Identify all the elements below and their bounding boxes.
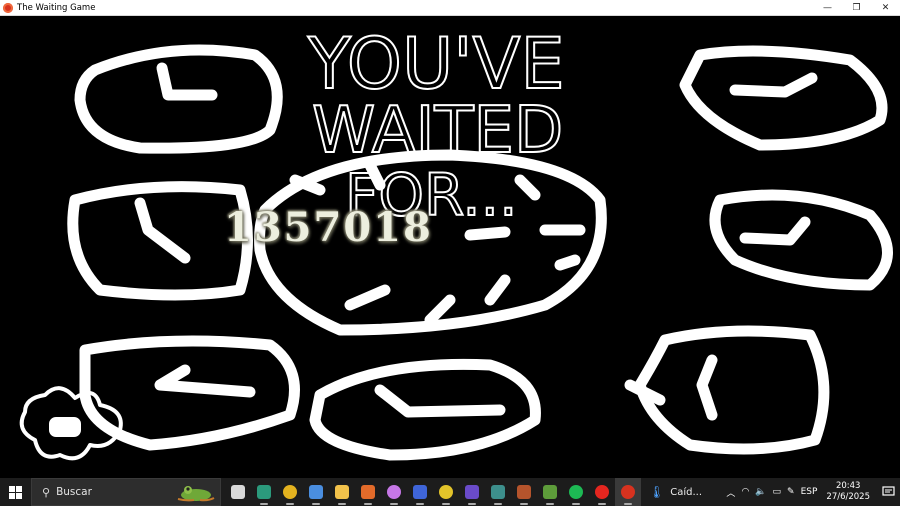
game-app-3-icon[interactable] — [459, 478, 485, 506]
minecraft-icon-glyph — [543, 485, 557, 499]
wifi-icon[interactable]: ◠ — [741, 487, 749, 497]
frog-illustration-icon — [177, 486, 215, 502]
clock-hands — [739, 216, 811, 246]
headline-line-2: WAITED — [312, 94, 563, 168]
window-titlebar: The Waiting Game — ❐ ✕ — [0, 0, 900, 16]
clock-hands — [696, 354, 718, 421]
flower-app-icon-glyph — [387, 485, 401, 499]
game-app-2-icon-glyph — [439, 485, 453, 499]
orange-app-icon-glyph — [361, 485, 375, 499]
weather-text: Caíd... — [670, 486, 703, 498]
clock[interactable]: 20:43 27/6/2025 — [826, 481, 870, 503]
start-button[interactable] — [0, 478, 31, 506]
clock-date: 27/6/2025 — [826, 492, 870, 502]
window-controls: — ❐ ✕ — [813, 0, 900, 15]
close-button[interactable]: ✕ — [871, 0, 900, 15]
store-icon[interactable] — [303, 478, 329, 506]
flower-app-icon[interactable] — [381, 478, 407, 506]
restore-button[interactable]: ❐ — [842, 0, 871, 15]
headline-line-1: YOU'VE — [307, 23, 565, 105]
system-tray: ︿ ◠ 🔈 ▭ ✎ ESP 20:43 27/6/2025 — [723, 478, 900, 506]
svg-text:YOU'VE: YOU'VE — [307, 23, 565, 105]
file-explorer-icon-glyph — [335, 485, 349, 499]
minecraft-icon[interactable] — [537, 478, 563, 506]
game-app-1-icon[interactable] — [407, 478, 433, 506]
chrome-icon-glyph — [283, 485, 297, 499]
game-app-3-icon-glyph — [465, 485, 479, 499]
language-indicator[interactable]: ESP — [801, 487, 818, 497]
clock-hands — [374, 384, 506, 418]
edge-icon-glyph — [257, 485, 271, 499]
game-app-4-icon[interactable] — [485, 478, 511, 506]
clock-hands — [729, 72, 818, 98]
clock-hands — [134, 197, 191, 264]
task-view-icon-glyph — [231, 485, 245, 499]
taskbar: ⚲ Buscar 🌡 Caíd... ︿ ◠ 🔈 ▭ ✎ ESP 20:43 2… — [0, 478, 900, 506]
app-icon — [3, 2, 13, 13]
store-icon-glyph — [309, 485, 323, 499]
youtube-music-icon-glyph — [595, 485, 609, 499]
file-explorer-icon[interactable] — [329, 478, 355, 506]
game-app-2-icon[interactable] — [433, 478, 459, 506]
clock-top-right — [679, 45, 888, 151]
pen-icon[interactable]: ✎ — [787, 487, 795, 497]
svg-text:WAITED: WAITED — [312, 94, 563, 168]
minimize-button[interactable]: — — [813, 0, 842, 15]
clock-time: 20:43 — [835, 481, 861, 491]
thermometer-icon: 🌡 — [649, 485, 665, 499]
battery-icon[interactable]: ▭ — [773, 487, 782, 497]
search-placeholder: Buscar — [56, 486, 92, 498]
game-app-5-icon[interactable] — [511, 478, 537, 506]
waiting-game-icon-glyph — [621, 485, 635, 499]
edge-icon[interactable] — [251, 478, 277, 506]
spotify-icon-glyph — [569, 485, 583, 499]
game-app-4-icon-glyph — [491, 485, 505, 499]
clock-hands — [154, 364, 256, 398]
task-view-icon[interactable] — [225, 478, 251, 506]
pinned-apps — [225, 478, 641, 506]
search-box[interactable]: ⚲ Buscar — [31, 478, 221, 506]
orange-app-icon[interactable] — [355, 478, 381, 506]
clock-hands — [156, 62, 218, 101]
chevron-up-icon[interactable]: ︿ — [726, 486, 735, 499]
clock-bottom-left — [79, 335, 300, 451]
headline-text: YOU'VE WAITED FOR... — [306, 22, 566, 230]
game-canvas[interactable]: YOU'VE WAITED FOR... 1357018 — [0, 16, 900, 478]
clock-bottom-right — [634, 325, 830, 455]
spotify-icon[interactable] — [563, 478, 589, 506]
chrome-icon[interactable] — [277, 478, 303, 506]
game-app-1-icon-glyph — [413, 485, 427, 499]
weather-widget[interactable]: 🌡 Caíd... — [649, 485, 702, 499]
notification-center-icon[interactable] — [876, 478, 900, 506]
youtube-music-icon[interactable] — [589, 478, 615, 506]
windows-logo-icon — [9, 485, 22, 499]
game-app-5-icon-glyph — [517, 485, 531, 499]
waiting-game-icon[interactable] — [615, 478, 641, 506]
search-icon: ⚲ — [42, 485, 51, 499]
wait-counter: 1357018 — [224, 204, 433, 251]
speaker-icon[interactable]: 🔈 — [755, 487, 766, 497]
window-title: The Waiting Game — [17, 2, 96, 13]
clocks-drawing: YOU'VE WAITED FOR... — [19, 22, 893, 461]
